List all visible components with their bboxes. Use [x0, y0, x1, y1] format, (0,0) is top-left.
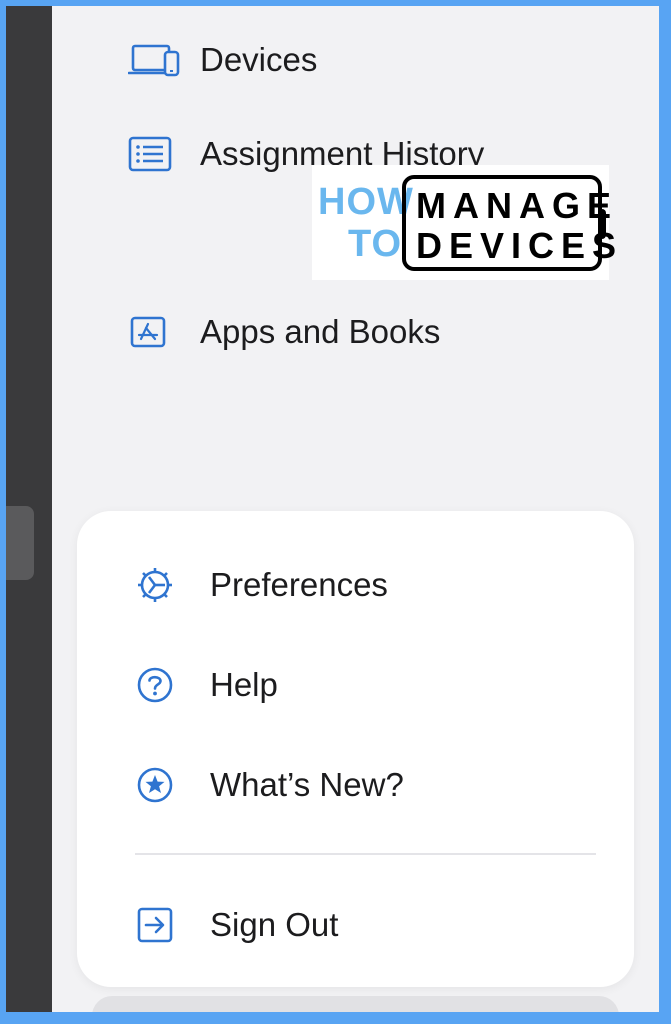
sidebar-item-label: Devices — [200, 41, 318, 78]
star-circle-icon — [133, 763, 177, 807]
sidebar-item-apps-and-books[interactable]: Apps and Books — [128, 304, 440, 360]
menu-item-label: Help — [210, 666, 278, 703]
menu-item-help[interactable]: Help — [133, 657, 278, 713]
watermark-how: HOW — [318, 181, 414, 223]
left-pane-edge — [6, 6, 52, 1012]
laptop-phone-icon — [128, 40, 184, 80]
menu-item-label: What’s New? — [210, 766, 404, 803]
menu-item-preferences[interactable]: Preferences — [133, 557, 388, 613]
list-icon — [128, 134, 184, 174]
gear-icon — [133, 563, 177, 607]
menu-divider — [135, 853, 596, 855]
account-button[interactable] — [92, 996, 619, 1012]
sidebar-item-devices[interactable]: Devices — [128, 32, 317, 88]
pane-resize-handle[interactable] — [6, 506, 34, 580]
watermark-logo: HOW TO MANAGE DEVICES — [312, 165, 616, 280]
watermark-to: TO — [348, 223, 403, 265]
watermark-box: MANAGE DEVICES — [402, 175, 616, 271]
watermark-devices: DEVICES — [416, 225, 624, 266]
app-store-icon — [128, 312, 184, 352]
app-window: Devices Assignment History HOW TO MANAGE… — [6, 6, 659, 1012]
menu-item-whats-new[interactable]: What’s New? — [133, 757, 404, 813]
question-circle-icon — [133, 663, 177, 707]
menu-item-label: Preferences — [210, 566, 388, 603]
sidebar-item-label: Apps and Books — [200, 313, 441, 350]
account-menu: Preferences Help What’s New? Sign Out — [77, 511, 634, 987]
sign-out-icon — [133, 903, 177, 947]
watermark-notch — [598, 209, 606, 239]
menu-item-label: Sign Out — [210, 906, 339, 943]
menu-item-sign-out[interactable]: Sign Out — [133, 897, 338, 953]
watermark-manage: MANAGE — [416, 185, 618, 226]
